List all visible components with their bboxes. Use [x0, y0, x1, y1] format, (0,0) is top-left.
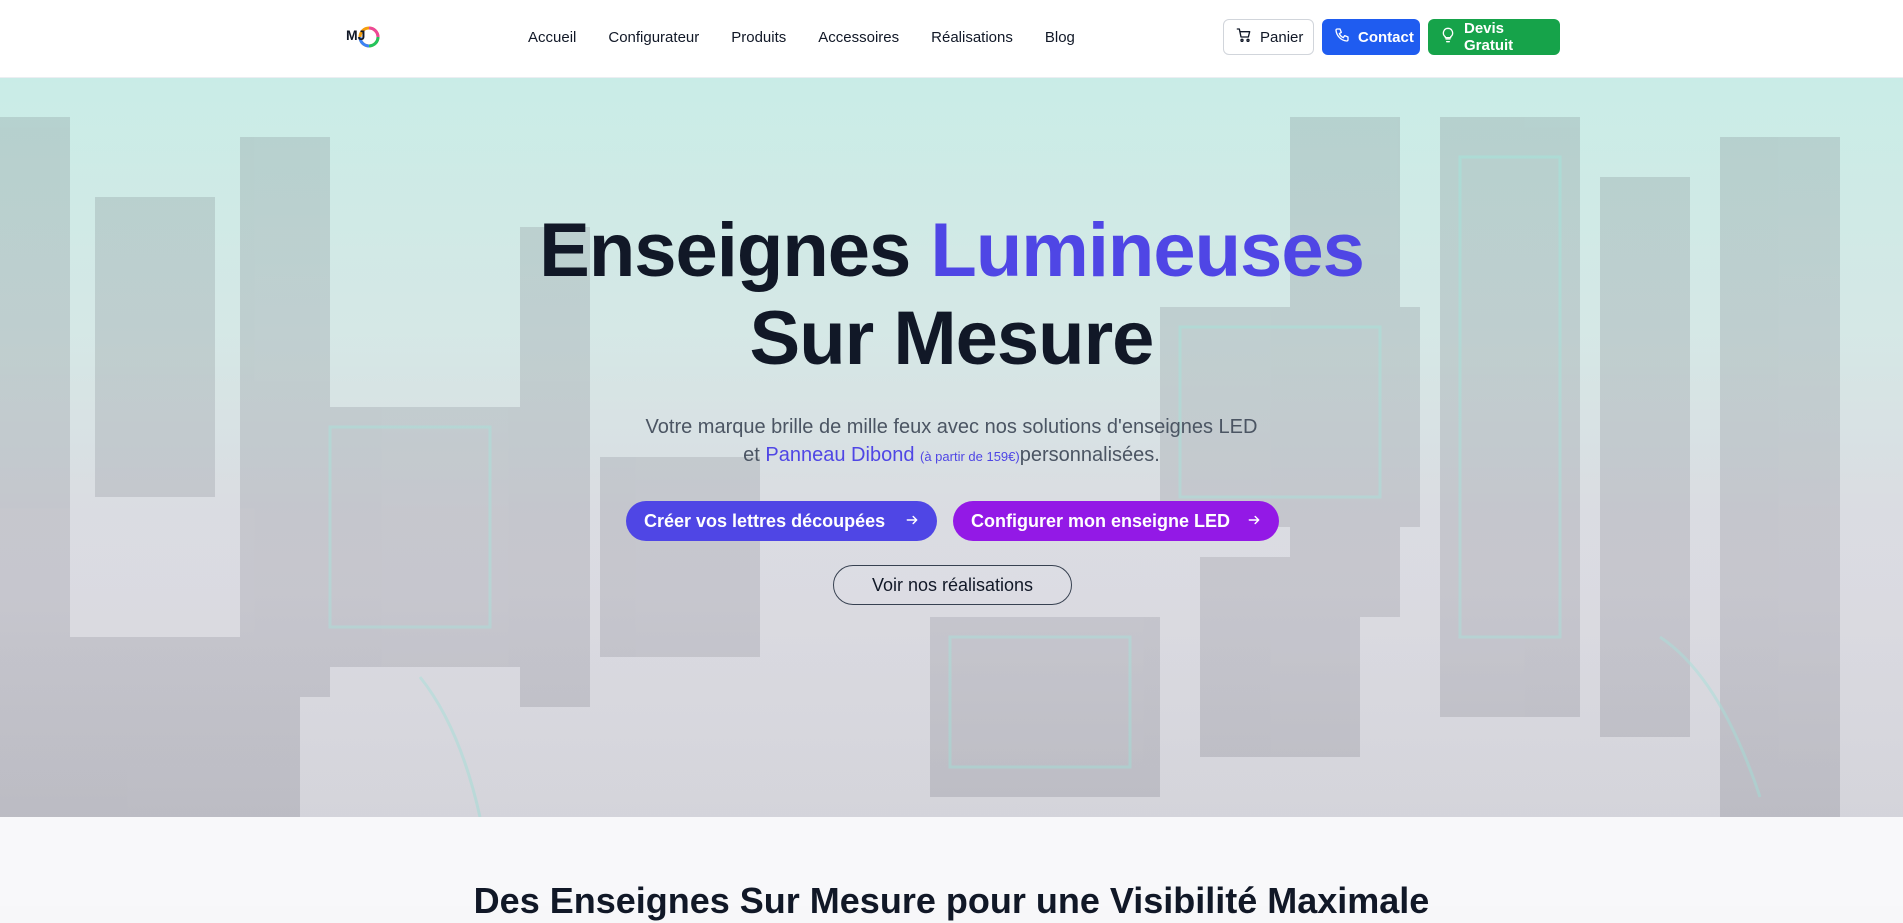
- main-nav: Accueil Configurateur Produits Accessoir…: [528, 0, 1075, 74]
- arrow-right-icon: [1247, 511, 1261, 532]
- devis-label: Devis Gratuit: [1464, 20, 1514, 54]
- logo[interactable]: MJ: [345, 20, 385, 54]
- phone-icon: [1334, 27, 1350, 47]
- lightbulb-icon: [1440, 27, 1456, 47]
- nav-accessoires[interactable]: Accessoires: [818, 29, 899, 46]
- cart-label: Panier: [1260, 28, 1304, 46]
- section-title: Des Enseignes Sur Mesure pour une Visibi…: [473, 880, 1430, 921]
- configure-led-label: Configurer mon enseigne LED: [971, 510, 1231, 531]
- configure-led-button[interactable]: Configurer mon enseigne LED: [953, 501, 1279, 541]
- nav-configurateur[interactable]: Configurateur: [608, 29, 699, 46]
- price-note: (à partir de 159€): [920, 449, 1020, 464]
- svg-text:MJ: MJ: [346, 27, 365, 43]
- hero-title: Enseignes Lumineuses Sur Mesure: [0, 207, 1903, 383]
- panneau-dibond-link[interactable]: Panneau Dibond: [765, 444, 914, 466]
- hero-title-accent: Lumineuses: [930, 208, 1364, 293]
- devis-gratuit-button[interactable]: Devis Gratuit: [1428, 19, 1560, 55]
- hero-title-part1: Enseignes: [539, 208, 931, 293]
- hero-subtitle-line1: Votre marque brille de mille feux avec n…: [645, 416, 1258, 438]
- create-letters-button[interactable]: Créer vos lettres découpées: [626, 501, 937, 541]
- nav-blog[interactable]: Blog: [1045, 29, 1075, 46]
- view-realisations-button[interactable]: Voir nos réalisations: [833, 565, 1072, 605]
- contact-button[interactable]: Contact: [1322, 19, 1420, 55]
- site-header: MJ Accueil Configurateur Produits Access…: [0, 0, 1903, 78]
- hero-title-line2: Sur Mesure: [749, 296, 1155, 381]
- nav-produits[interactable]: Produits: [731, 29, 786, 46]
- contact-label: Contact: [1358, 28, 1414, 46]
- nav-accueil[interactable]: Accueil: [528, 29, 576, 46]
- nav-realisations[interactable]: Réalisations: [931, 29, 1013, 46]
- header-actions: Panier Contact Devis Gratuit: [1223, 19, 1560, 55]
- hero-subtitle-pre: et: [743, 444, 766, 466]
- features-section: Des Enseignes Sur Mesure pour une Visibi…: [0, 817, 1903, 921]
- hero-cta-row: Créer vos lettres découpées Configurer m…: [626, 501, 1279, 541]
- arrow-right-icon: [905, 511, 919, 532]
- create-letters-label: Créer vos lettres découpées: [644, 510, 886, 531]
- cart-button[interactable]: Panier: [1223, 19, 1314, 55]
- hero-subtitle-post: personnalisées.: [1019, 444, 1160, 466]
- hero-section: Enseignes Lumineuses Sur Mesure Votre ma…: [0, 77, 1903, 817]
- cart-icon: [1236, 27, 1252, 47]
- hero-subtitle: Votre marque brille de mille feux avec n…: [0, 413, 1903, 471]
